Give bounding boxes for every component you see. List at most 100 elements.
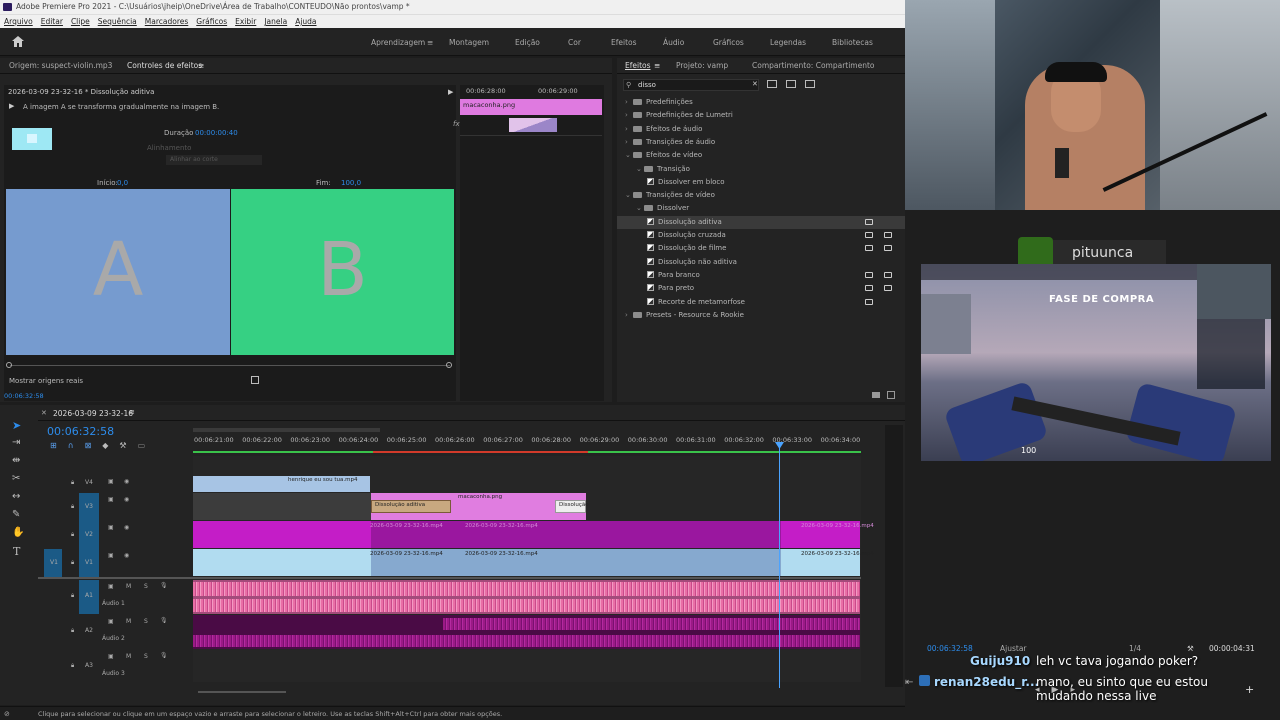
- effects-tree-item[interactable]: ⌄ Efeitos de vídeo: [617, 149, 905, 162]
- mini-transition[interactable]: [509, 118, 557, 132]
- menu-help[interactable]: Ajuda: [291, 15, 320, 29]
- end-value[interactable]: 100,0: [341, 179, 361, 187]
- alignment-select[interactable]: Alinhar ao corte: [166, 155, 262, 165]
- tab-sequence[interactable]: 2026-03-09 23-32-16: [53, 409, 133, 418]
- tab-source[interactable]: Origem: suspect-violin.mp3: [9, 58, 112, 74]
- settings-wrench-icon[interactable]: ⚒: [119, 441, 137, 450]
- sync-lock-icon[interactable]: ▣: [108, 524, 114, 531]
- new-bin-icon[interactable]: [872, 392, 880, 398]
- chevron-down-icon[interactable]: ⌄: [636, 163, 644, 176]
- mic-icon[interactable]: 🎙︎: [160, 617, 168, 624]
- mute-button[interactable]: M: [126, 583, 131, 590]
- clear-search-icon[interactable]: ✕: [752, 80, 758, 88]
- linked-selection-icon[interactable]: ⊠: [85, 441, 103, 450]
- tab-effect-controls[interactable]: Controles de efeitos: [127, 58, 202, 74]
- clip-v2-b[interactable]: 2026-03-09 23-32-16.mp4: [452, 522, 562, 532]
- tab-project[interactable]: Projeto: vamp: [676, 58, 728, 74]
- effects-tree-item[interactable]: ⌄ Transição: [617, 163, 905, 176]
- effects-tree-item[interactable]: › Presets - Resource & Rookie: [617, 309, 905, 322]
- mini-clip[interactable]: macaconha.png: [460, 99, 602, 115]
- effects-search-input[interactable]: ⚲ disso ✕: [623, 79, 759, 91]
- ripple-edit-tool-icon[interactable]: ⇹: [12, 455, 20, 466]
- lock-icon[interactable]: 🔒︎: [71, 479, 74, 487]
- effects-tree-item[interactable]: › Efeitos de áudio: [617, 123, 905, 136]
- effects-tree-item[interactable]: Dissolver em bloco: [617, 176, 905, 189]
- slider-start-handle[interactable]: [6, 362, 12, 368]
- solo-button[interactable]: S: [144, 583, 148, 590]
- chevron-right-icon[interactable]: ›: [625, 136, 633, 149]
- workspace-captions[interactable]: Legendas: [770, 38, 806, 47]
- eye-icon[interactable]: ◉: [124, 524, 129, 531]
- menu-graphics[interactable]: Gráficos: [192, 15, 231, 29]
- tab-effects[interactable]: Efeitos: [625, 58, 651, 74]
- playhead[interactable]: [779, 442, 780, 688]
- effects-tree-item[interactable]: Dissolução aditiva: [617, 215, 905, 229]
- start-value[interactable]: 0,0: [117, 179, 128, 187]
- accelerated-filter-icon[interactable]: [767, 80, 777, 88]
- menu-sequence[interactable]: Sequência: [94, 15, 141, 29]
- selection-tool-icon[interactable]: ➤: [12, 419, 21, 432]
- effects-tree-item[interactable]: Dissolução de filme: [617, 242, 905, 255]
- captions-icon[interactable]: ▭: [138, 441, 157, 450]
- type-tool-icon[interactable]: T: [13, 545, 20, 558]
- source-patch-v1[interactable]: V1: [50, 559, 58, 566]
- play-preview-icon[interactable]: ▶: [448, 88, 453, 96]
- razor-tool-icon[interactable]: ✂: [12, 473, 20, 484]
- home-icon[interactable]: [12, 36, 24, 47]
- yuv-filter-icon[interactable]: [805, 80, 815, 88]
- menu-edit[interactable]: Editar: [37, 15, 67, 29]
- sync-lock-icon[interactable]: ▣: [108, 552, 114, 559]
- 32bit-filter-icon[interactable]: [786, 80, 796, 88]
- chevron-right-icon[interactable]: ›: [625, 109, 633, 122]
- workspace-learn[interactable]: Aprendizagem: [371, 38, 425, 47]
- add-marker-icon[interactable]: ◆: [102, 441, 119, 450]
- tab-bin[interactable]: Compartimento: Compartimento: [752, 58, 875, 74]
- chevron-down-icon[interactable]: ⌄: [625, 149, 633, 162]
- solo-button[interactable]: S: [144, 653, 148, 660]
- timeline-timecode[interactable]: 00:06:32:58: [47, 425, 114, 438]
- nest-icon[interactable]: ⊞: [50, 441, 68, 450]
- effects-tree-item[interactable]: › Predefinições: [617, 96, 905, 109]
- pen-tool-icon[interactable]: ✎: [12, 509, 20, 520]
- effects-tree-item[interactable]: Dissolução não aditiva: [617, 256, 905, 269]
- clip-v2-a[interactable]: 2026-03-09 23-32-16.mp4: [355, 522, 445, 532]
- effect-controls-timecode[interactable]: 00:06:32:58: [4, 392, 44, 400]
- mic-icon[interactable]: 🎙︎: [160, 652, 168, 659]
- work-area-bar[interactable]: [193, 428, 380, 432]
- sync-lock-icon[interactable]: ▣: [108, 653, 114, 660]
- timeline-scrollbar[interactable]: [198, 691, 286, 693]
- mic-icon[interactable]: 🎙︎: [160, 582, 168, 589]
- workspace-assembly[interactable]: Montagem: [449, 38, 489, 47]
- lock-icon[interactable]: 🔒︎: [71, 559, 74, 567]
- sync-lock-icon[interactable]: ▣: [108, 496, 114, 503]
- eye-icon[interactable]: ◉: [124, 496, 129, 503]
- effects-tree-item[interactable]: Dissolução cruzada: [617, 229, 905, 242]
- workspace-menu-icon[interactable]: ≡: [427, 38, 433, 47]
- chevron-down-icon[interactable]: ⌄: [636, 202, 644, 215]
- workspace-color[interactable]: Cor: [568, 38, 581, 47]
- duration-value[interactable]: 00:00:00:40: [195, 129, 238, 137]
- workspace-graphics[interactable]: Gráficos: [713, 38, 744, 47]
- sync-lock-icon[interactable]: ▣: [108, 618, 114, 625]
- clip-v4[interactable]: henrique eu sou tua.mp4: [193, 476, 370, 492]
- menu-view[interactable]: Exibir: [231, 15, 260, 29]
- workspace-edit[interactable]: Edição: [515, 38, 540, 47]
- solo-button[interactable]: S: [144, 618, 148, 625]
- mute-button[interactable]: M: [126, 618, 131, 625]
- lock-icon[interactable]: 🔒︎: [71, 503, 74, 511]
- chevron-down-icon[interactable]: ⌄: [625, 189, 633, 202]
- close-sequence-icon[interactable]: ✕: [41, 409, 47, 417]
- clip-v1-c[interactable]: 2026-03-09 23-32-16.mp4: [790, 550, 874, 560]
- delete-icon[interactable]: [887, 391, 895, 399]
- lock-icon[interactable]: 🔒︎: [71, 627, 74, 635]
- effects-tree-item[interactable]: ⌄ Transições de vídeo: [617, 189, 905, 202]
- eye-icon[interactable]: ◉: [124, 552, 129, 559]
- menu-markers[interactable]: Marcadores: [141, 15, 193, 29]
- effects-tree-item[interactable]: ⌄ Dissolver: [617, 202, 905, 215]
- play-thumb-icon[interactable]: ▶: [9, 102, 14, 110]
- snap-icon[interactable]: ∩: [68, 441, 85, 450]
- workspace-audio[interactable]: Áudio: [663, 38, 684, 47]
- transition-v3-1[interactable]: Dissolução aditiva: [371, 500, 451, 513]
- chevron-right-icon[interactable]: ›: [625, 96, 633, 109]
- slip-tool-icon[interactable]: ↔: [12, 491, 20, 502]
